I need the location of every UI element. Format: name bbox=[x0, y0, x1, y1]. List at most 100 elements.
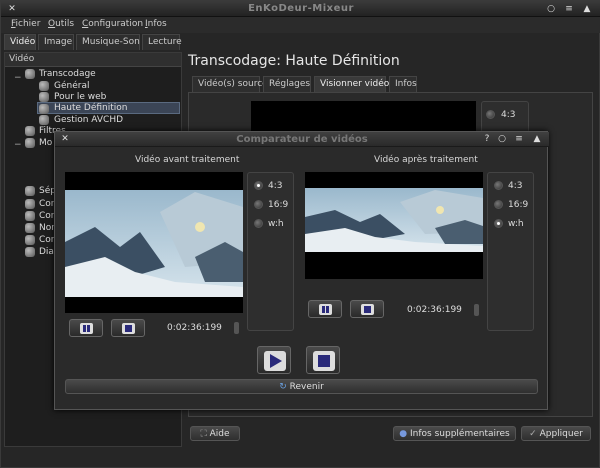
folder-bullet-icon bbox=[25, 199, 35, 209]
before-radio-4-3[interactable] bbox=[254, 181, 263, 190]
after-ratio-box bbox=[487, 172, 534, 331]
bg-video-frame bbox=[251, 101, 476, 133]
after-radio-4-3[interactable] bbox=[494, 181, 503, 190]
stop-icon bbox=[313, 351, 335, 371]
tab-infos[interactable]: Infos bbox=[389, 76, 417, 92]
comparator-dialog: ✕ Comparateur de vidéos ? ○ ≡ ▲ Vidéo av… bbox=[54, 131, 549, 410]
title-bar: ✕ EnKoDeur-Mixeur ○ ≡ ▲ bbox=[1, 1, 600, 17]
tree-item-transcodage[interactable]: Transcodage bbox=[39, 69, 96, 79]
menu-icon[interactable]: ≡ bbox=[563, 3, 575, 15]
before-stop-button[interactable] bbox=[111, 319, 145, 337]
before-label: Vidéo avant traitement bbox=[135, 155, 240, 165]
after-radio-label: 16:9 bbox=[508, 200, 529, 210]
menu-outils[interactable]: Outils bbox=[48, 19, 74, 29]
folder-bullet-icon bbox=[25, 247, 35, 257]
stop-icon bbox=[122, 323, 135, 334]
before-video-frame bbox=[65, 190, 243, 297]
menu-bar: Fichier Outils Configuration Infos bbox=[1, 17, 600, 33]
left-panel-header: Vidéo bbox=[5, 53, 181, 67]
folder-bullet-icon bbox=[25, 126, 35, 136]
tab-reglages[interactable]: Réglages bbox=[263, 76, 311, 92]
dialog-title: Comparateur de vidéos bbox=[236, 134, 368, 145]
tree-item-avchd[interactable]: Gestion AVCHD bbox=[54, 115, 123, 125]
after-video-frame bbox=[305, 188, 483, 252]
before-pause-button[interactable] bbox=[69, 319, 103, 337]
apply-button[interactable]: ✓ Appliquer bbox=[521, 426, 591, 441]
circle-icon[interactable]: ○ bbox=[545, 3, 557, 15]
folder-bullet-icon bbox=[25, 186, 35, 196]
before-radio-label: w:h bbox=[268, 219, 284, 229]
apply-label: Appliquer bbox=[539, 429, 583, 439]
before-ratio-box bbox=[247, 172, 294, 331]
more-info-label: Infos supplémentaires bbox=[410, 429, 510, 439]
folder-bullet-icon bbox=[25, 138, 35, 148]
menu-fichier[interactable]: Fichier bbox=[11, 19, 40, 29]
more-info-button[interactable]: ● Infos supplémentaires bbox=[393, 426, 516, 441]
folder-bullet-icon bbox=[25, 235, 35, 245]
item-bullet-icon bbox=[39, 104, 49, 114]
before-slider-handle[interactable] bbox=[234, 322, 239, 334]
collapse-icon[interactable]: − bbox=[14, 140, 22, 150]
stop-icon bbox=[361, 304, 374, 315]
collapse-icon[interactable]: − bbox=[14, 73, 22, 83]
before-radio-wh[interactable] bbox=[254, 219, 263, 228]
tree-item-dia[interactable]: Dia bbox=[39, 247, 54, 257]
help-icon[interactable]: ? bbox=[481, 133, 493, 145]
check-icon: ✓ bbox=[529, 429, 537, 439]
stop-both-button[interactable] bbox=[306, 346, 340, 374]
after-stop-button[interactable] bbox=[350, 300, 384, 318]
back-button[interactable]: ↻ Revenir bbox=[65, 379, 538, 394]
bg-radio-label: 4:3 bbox=[501, 110, 516, 120]
folder-bullet-icon bbox=[25, 69, 35, 79]
after-video bbox=[305, 172, 483, 279]
after-pause-button[interactable] bbox=[308, 300, 342, 318]
tree-item-general[interactable]: Général bbox=[54, 81, 89, 91]
bg-radio[interactable] bbox=[486, 110, 495, 119]
eject-icon[interactable]: ▲ bbox=[581, 3, 593, 15]
tab-video[interactable]: Vidéo bbox=[4, 34, 36, 50]
before-video bbox=[65, 172, 243, 313]
tab-visionner[interactable]: Visionner vidéo bbox=[314, 76, 389, 92]
dialog-title-bar: ✕ Comparateur de vidéos ? ○ ≡ ▲ bbox=[55, 132, 549, 147]
item-bullet-icon bbox=[39, 92, 49, 102]
menu-configuration[interactable]: Configuration bbox=[82, 19, 143, 29]
expand-icon: ⛶ bbox=[200, 429, 207, 439]
menu-infos[interactable]: Infos bbox=[145, 19, 167, 29]
after-radio-label: 4:3 bbox=[508, 181, 523, 191]
app-title: EnKoDeur-Mixeur bbox=[248, 3, 354, 14]
help-button[interactable]: ⛶ Aide bbox=[190, 426, 240, 441]
tree-item-web[interactable]: Pour le web bbox=[54, 92, 106, 102]
help-label: Aide bbox=[209, 429, 230, 439]
before-radio-label: 4:3 bbox=[268, 181, 283, 191]
back-label: Revenir bbox=[289, 382, 324, 392]
tree-item-nor[interactable]: Nor bbox=[39, 223, 55, 233]
after-time: 0:02:36:199 bbox=[407, 305, 462, 315]
before-time: 0:02:36:199 bbox=[167, 323, 222, 333]
tree-item-haute-definition[interactable]: Haute Définition bbox=[54, 103, 128, 113]
tab-video-source[interactable]: Vidéo(s) source bbox=[192, 76, 268, 92]
tab-musique-son[interactable]: Musique-Son bbox=[76, 34, 140, 50]
after-radio-wh[interactable] bbox=[494, 219, 503, 228]
section-title: Transcodage: Haute Définition bbox=[188, 53, 400, 69]
info-icon: ● bbox=[399, 429, 408, 439]
tab-lecture[interactable]: Lecture bbox=[142, 34, 182, 50]
tree-item-mo[interactable]: Mo bbox=[39, 138, 52, 148]
menu-icon[interactable]: ≡ bbox=[513, 133, 525, 145]
circle-icon[interactable]: ○ bbox=[496, 133, 508, 145]
play-both-button[interactable] bbox=[257, 346, 291, 374]
after-radio-label: w:h bbox=[508, 219, 524, 229]
folder-bullet-icon bbox=[25, 211, 35, 221]
refresh-icon: ↻ bbox=[279, 382, 287, 392]
eject-icon[interactable]: ▲ bbox=[531, 133, 543, 145]
before-radio-label: 16:9 bbox=[268, 200, 289, 210]
pause-icon bbox=[80, 323, 93, 334]
item-bullet-icon bbox=[39, 115, 49, 125]
pause-icon bbox=[319, 304, 332, 315]
folder-bullet-icon bbox=[25, 223, 35, 233]
tab-image[interactable]: Image bbox=[38, 34, 74, 50]
after-label: Vidéo après traitement bbox=[374, 155, 478, 165]
play-icon bbox=[264, 351, 286, 371]
before-radio-16-9[interactable] bbox=[254, 200, 263, 209]
after-radio-16-9[interactable] bbox=[494, 200, 503, 209]
after-slider-handle[interactable] bbox=[474, 304, 479, 316]
